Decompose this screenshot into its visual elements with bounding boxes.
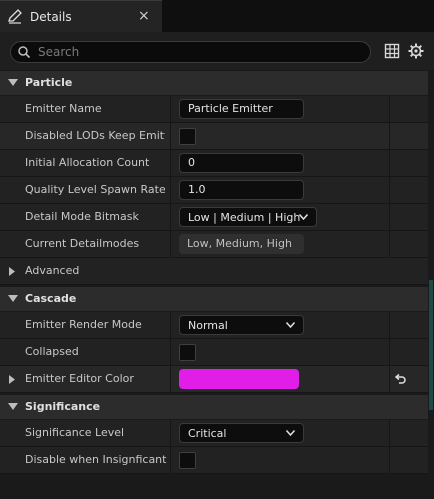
property-label: Emitter Editor Color [25, 372, 134, 385]
section-label: Particle [25, 76, 73, 89]
property-label: Disabled LODs Keep Emitt... [25, 129, 165, 142]
chevron-right-icon[interactable] [9, 375, 15, 384]
row-current-detailmodes: Current Detailmodes Low, Medium, High [0, 231, 428, 258]
section-label: Cascade [25, 292, 77, 305]
tab-title: Details [30, 10, 72, 24]
reset-arrow-icon[interactable] [393, 373, 407, 387]
chevron-down-icon [8, 295, 18, 302]
chevron-down-icon [8, 79, 18, 86]
property-label: Emitter Name [25, 102, 102, 115]
property-label: Initial Allocation Count [25, 156, 150, 169]
search-icon [18, 46, 31, 59]
initial-allocation-field[interactable]: 0 [179, 153, 304, 173]
emitter-name-field[interactable]: Particle Emitter [179, 99, 304, 119]
row-advanced[interactable]: Advanced [0, 258, 428, 285]
scrollbar-thumb[interactable] [429, 280, 433, 410]
quality-level-field[interactable]: 1.0 [179, 180, 304, 200]
row-significance-level: Significance Level Critical [0, 420, 428, 447]
detail-mode-dropdown[interactable]: Low | Medium | High [179, 207, 317, 227]
section-significance[interactable]: Significance [0, 395, 428, 419]
search-box[interactable] [10, 41, 371, 63]
color-swatch[interactable] [179, 369, 299, 389]
search-row [0, 32, 434, 70]
tab-bar: Details × [0, 0, 434, 32]
chevron-down-icon [299, 214, 308, 220]
row-emitter-render-mode: Emitter Render Mode Normal [0, 312, 428, 339]
property-label: Detail Mode Bitmask [25, 210, 139, 223]
property-label: Disable when Insignficant [25, 453, 167, 466]
details-pencil-icon [8, 9, 22, 24]
chevron-right-icon[interactable] [9, 267, 15, 276]
row-collapsed: Collapsed [0, 339, 428, 366]
dropdown-value: Critical [188, 427, 227, 440]
row-emitter-name: Emitter Name Particle Emitter [0, 96, 428, 123]
significance-level-dropdown[interactable]: Critical [179, 423, 304, 443]
property-label: Collapsed [25, 345, 79, 358]
property-label: Advanced [25, 264, 80, 277]
current-detailmodes-value: Low, Medium, High [179, 234, 304, 254]
search-input[interactable] [38, 44, 358, 60]
row-emitter-editor-color: Emitter Editor Color [0, 366, 428, 393]
render-mode-dropdown[interactable]: Normal [179, 315, 304, 335]
dropdown-value: Normal [188, 319, 228, 332]
property-label: Current Detailmodes [25, 237, 140, 250]
row-quality-level: Quality Level Spawn Rate... 1.0 [0, 177, 428, 204]
section-cascade[interactable]: Cascade [0, 287, 428, 311]
chevron-down-icon [8, 403, 18, 410]
tab-details[interactable]: Details × [0, 0, 162, 32]
chevron-down-icon [286, 430, 295, 436]
section-label: Significance [25, 400, 101, 413]
collapsed-checkbox[interactable] [179, 344, 196, 361]
row-disable-insignificant: Disable when Insignficant [0, 447, 428, 474]
row-disabled-lods: Disabled LODs Keep Emitt... [0, 123, 428, 150]
dropdown-value: Low | Medium | High [188, 211, 301, 224]
property-label: Quality Level Spawn Rate... [25, 183, 165, 196]
disabled-lods-checkbox[interactable] [179, 128, 196, 145]
row-initial-allocation: Initial Allocation Count 0 [0, 150, 428, 177]
close-icon[interactable]: × [138, 8, 150, 24]
gear-icon[interactable] [407, 42, 425, 60]
property-label: Significance Level [25, 426, 125, 439]
chevron-down-icon [286, 322, 295, 328]
property-label: Emitter Render Mode [25, 318, 142, 331]
disable-insignificant-checkbox[interactable] [179, 452, 196, 469]
grid-icon[interactable] [384, 43, 400, 59]
section-particle[interactable]: Particle [0, 71, 428, 95]
row-detail-mode: Detail Mode Bitmask Low | Medium | High [0, 204, 428, 231]
